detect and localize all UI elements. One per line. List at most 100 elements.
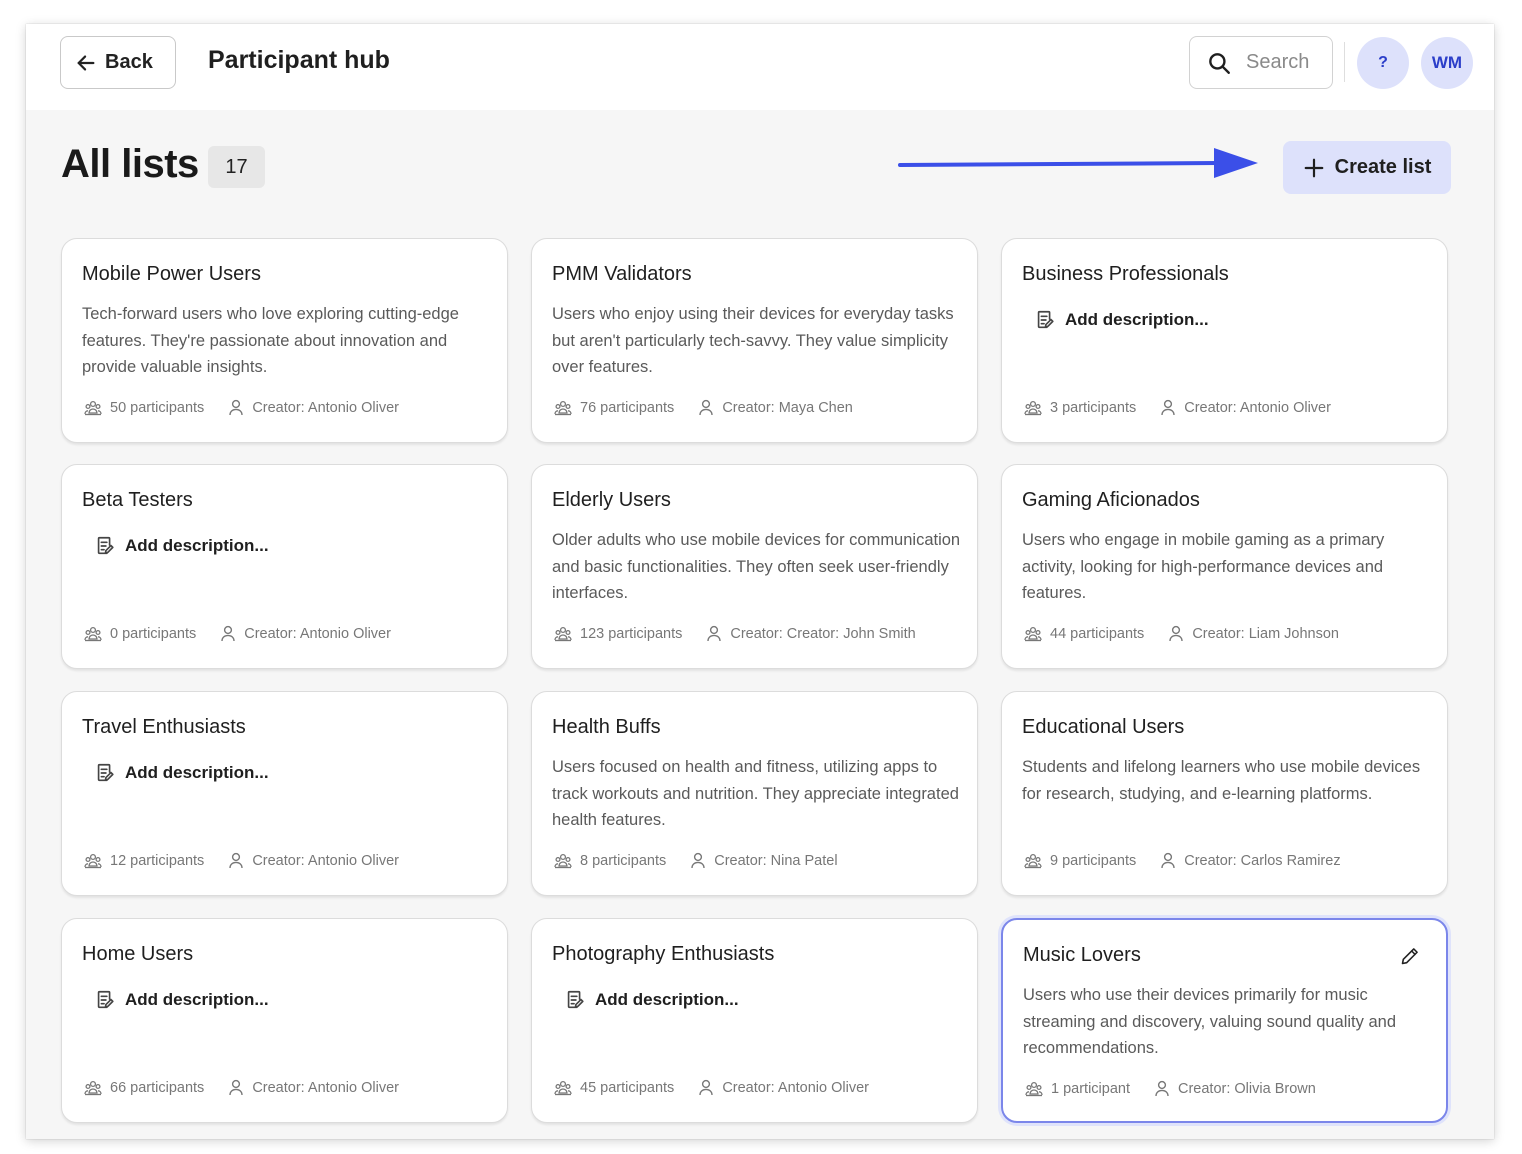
creator-info: Creator: Creator: John Smith [706, 625, 916, 642]
participant-count-label: 1 participant [1051, 1080, 1130, 1097]
people-group-icon [1025, 1081, 1043, 1097]
creator-info: Creator: Carlos Ramirez [1160, 852, 1341, 869]
creator-label: Creator: Antonio Oliver [244, 625, 391, 642]
arrow-left-icon [75, 52, 97, 74]
person-icon [228, 399, 244, 416]
edit-document-icon [94, 762, 116, 784]
creator-label: Creator: Olivia Brown [1178, 1080, 1316, 1097]
participant-count-label: 45 participants [580, 1079, 675, 1096]
list-card[interactable]: Beta Testers Add description... 0 partic… [61, 464, 508, 669]
creator-info: Creator: Antonio Oliver [228, 1079, 399, 1096]
list-card-title: Elderly Users [552, 489, 671, 511]
participant-count-label: 12 participants [110, 852, 205, 869]
creator-info: Creator: Antonio Oliver [1160, 399, 1331, 416]
participant-count: 76 participants [554, 400, 674, 416]
list-card[interactable]: Mobile Power Users Tech-forward users wh… [61, 238, 508, 443]
list-card[interactable]: PMM Validators Users who enjoy using the… [531, 238, 978, 443]
create-list-label: Create list [1334, 156, 1432, 178]
person-icon [220, 625, 236, 642]
person-icon [698, 399, 714, 416]
creator-info: Creator: Olivia Brown [1154, 1080, 1316, 1097]
add-description-button[interactable]: Add description... [94, 989, 269, 1011]
page-title: Participant hub [208, 46, 390, 74]
list-card[interactable]: Music Lovers Users who use their devices… [1001, 918, 1448, 1123]
list-card[interactable]: Business Professionals Add description..… [1001, 238, 1448, 443]
list-card-description: Users who enjoy using their devices for … [552, 305, 954, 376]
people-group-icon [554, 1080, 572, 1096]
list-card-meta: 3 participants Creator: Antonio Oliver [1024, 399, 1331, 416]
list-card-title: Health Buffs [552, 716, 661, 738]
list-card-title: Educational Users [1022, 716, 1185, 738]
list-card-description: Older adults who use mobile devices for … [552, 531, 961, 602]
participant-count: 3 participants [1024, 400, 1136, 416]
list-card-description: Users focused on health and fitness, uti… [552, 758, 959, 829]
creator-label: Creator: Antonio Oliver [1184, 399, 1331, 416]
people-group-icon [84, 400, 102, 416]
add-description-label: Add description... [125, 536, 269, 555]
creator-label: Creator: Liam Johnson [1192, 625, 1339, 642]
list-card-meta: 44 participants Creator: Liam Johnson [1024, 625, 1339, 642]
creator-label: Creator: Antonio Oliver [252, 852, 399, 869]
creator-info: Creator: Antonio Oliver [228, 852, 399, 869]
participant-count: 1 participant [1025, 1081, 1130, 1097]
add-description-button[interactable]: Add description... [94, 535, 269, 557]
list-card-title: Travel Enthusiasts [82, 716, 246, 738]
list-card-meta: 123 participants Creator: Creator: John … [554, 625, 916, 642]
add-description-label: Add description... [125, 990, 269, 1009]
participant-count: 8 participants [554, 853, 666, 869]
avatar[interactable]: WM [1421, 37, 1473, 89]
list-card[interactable]: Gaming Aficionados Users who engage in m… [1001, 464, 1448, 669]
header-divider [1344, 42, 1345, 82]
participant-count: 0 participants [84, 626, 196, 642]
person-icon [1168, 625, 1184, 642]
help-button[interactable]: ? [1357, 37, 1409, 89]
creator-info: Creator: Antonio Oliver [698, 1079, 869, 1096]
add-description-label: Add description... [1065, 310, 1209, 329]
person-icon [228, 852, 244, 869]
back-button-label: Back [105, 51, 153, 73]
list-card-meta: 9 participants Creator: Carlos Ramirez [1024, 852, 1341, 869]
add-description-label: Add description... [125, 763, 269, 782]
list-card[interactable]: Photography Enthusiasts Add description.… [531, 918, 978, 1123]
edit-document-icon [1034, 309, 1056, 331]
participant-count: 9 participants [1024, 853, 1136, 869]
back-button[interactable]: Back [60, 36, 176, 89]
list-card-description: Users who engage in mobile gaming as a p… [1022, 531, 1385, 602]
list-card-title: Gaming Aficionados [1022, 489, 1200, 511]
participant-count: 45 participants [554, 1080, 674, 1096]
participant-count-label: 9 participants [1050, 852, 1137, 869]
list-card-description: Users who use their devices primarily fo… [1023, 986, 1396, 1057]
search-input[interactable]: Search [1189, 36, 1333, 89]
participant-count: 50 participants [84, 400, 204, 416]
list-card[interactable]: Elderly Users Older adults who use mobil… [531, 464, 978, 669]
plus-icon [1303, 157, 1325, 179]
list-card-meta: 50 participants Creator: Antonio Oliver [84, 399, 399, 416]
list-card[interactable]: Health Buffs Users focused on health and… [531, 691, 978, 896]
creator-info: Creator: Antonio Oliver [228, 399, 399, 416]
person-icon [1154, 1080, 1170, 1097]
participant-count-label: 3 participants [1050, 399, 1137, 416]
add-description-button[interactable]: Add description... [1034, 309, 1209, 331]
add-description-button[interactable]: Add description... [564, 989, 739, 1011]
person-icon [1160, 852, 1176, 869]
participant-count-label: 66 participants [110, 1079, 205, 1096]
pencil-icon[interactable] [1400, 946, 1422, 968]
participant-count-label: 8 participants [580, 852, 667, 869]
list-card-title: Business Professionals [1022, 263, 1229, 285]
person-icon [698, 1079, 714, 1096]
list-card[interactable]: Travel Enthusiasts Add description... 12… [61, 691, 508, 896]
create-list-button[interactable]: Create list [1283, 141, 1451, 194]
list-card-title: Beta Testers [82, 489, 193, 511]
person-icon [706, 625, 722, 642]
list-card-title: Home Users [82, 943, 194, 965]
list-card[interactable]: Home Users Add description... 66 partici… [61, 918, 508, 1123]
list-card-title: Music Lovers [1023, 944, 1141, 966]
list-card[interactable]: Educational Users Students and lifelong … [1001, 691, 1448, 896]
participant-count: 66 participants [84, 1080, 204, 1096]
list-card-meta: 66 participants Creator: Antonio Oliver [84, 1079, 399, 1096]
section-heading: All lists [61, 142, 199, 186]
add-description-button[interactable]: Add description... [94, 762, 269, 784]
people-group-icon [554, 400, 572, 416]
creator-label: Creator: Nina Patel [714, 852, 838, 869]
creator-label: Creator: Antonio Oliver [252, 1079, 399, 1096]
